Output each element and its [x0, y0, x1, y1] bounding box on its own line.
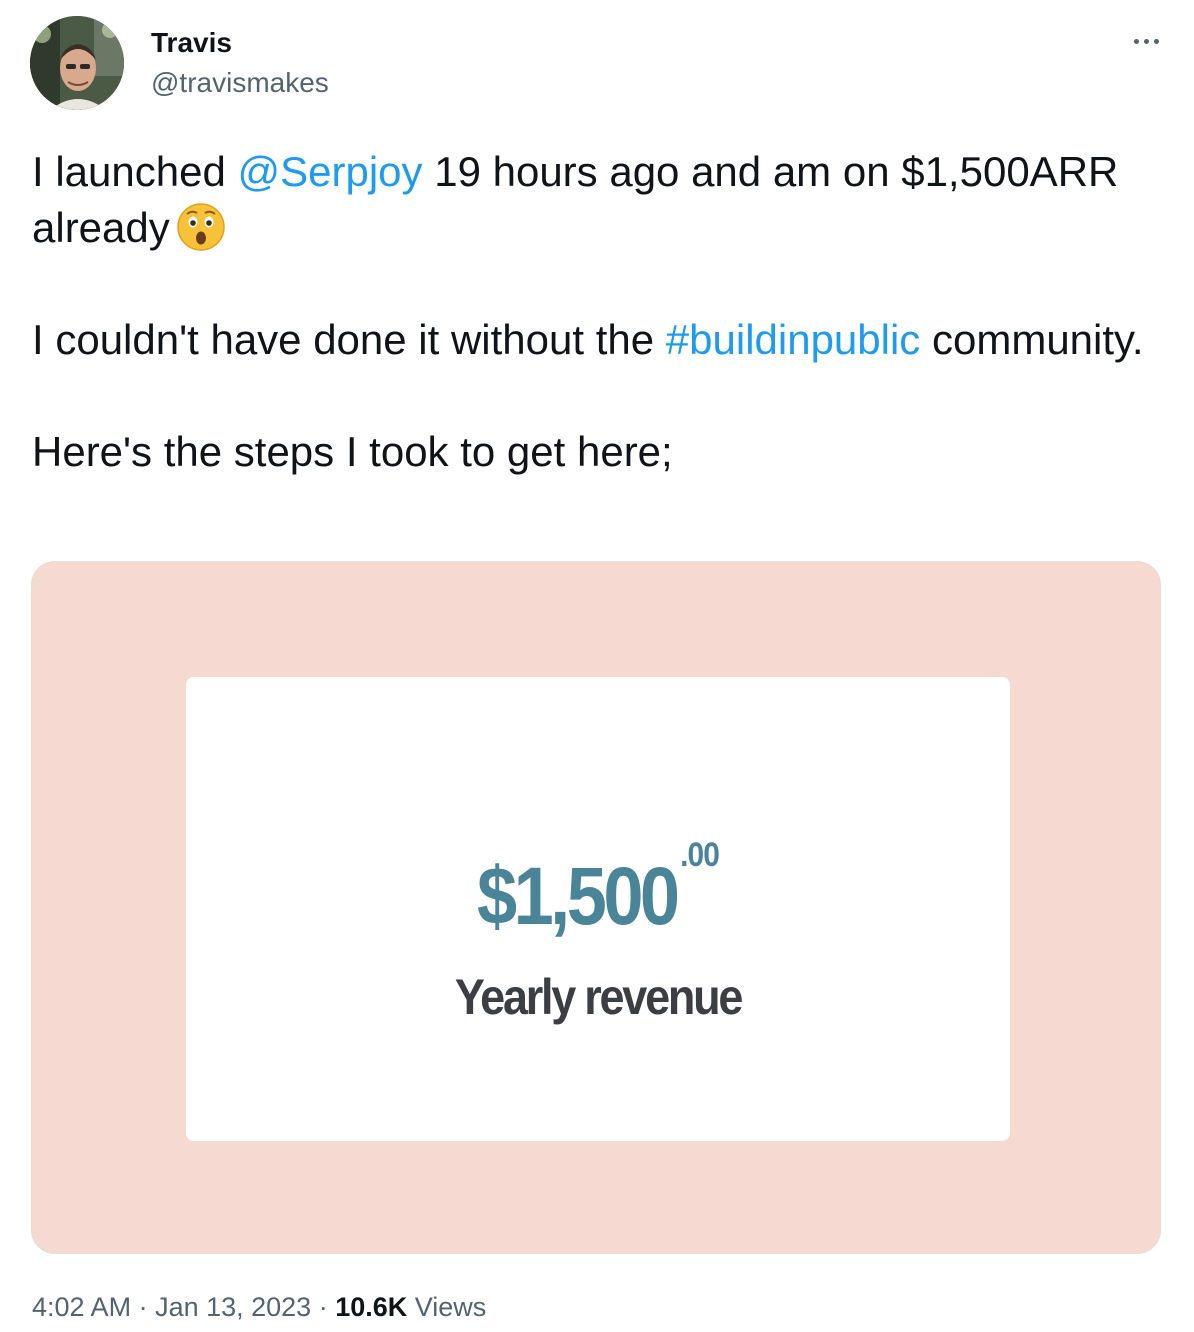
more-icon-dot	[1133, 38, 1139, 44]
hashtag-link[interactable]: #buildinpublic	[666, 316, 921, 363]
tweet-text: I launched @Serpjoy 19 hours ago and am …	[32, 144, 1152, 480]
revenue-amount-value: $1,500	[476, 851, 680, 942]
avatar[interactable]	[30, 16, 124, 110]
author-handle[interactable]: @travismakes	[151, 66, 329, 100]
text-segment: community.	[920, 316, 1144, 363]
more-icon-dot	[1153, 38, 1159, 44]
revenue-card: $1,500.00 Yearly revenue	[186, 677, 1010, 1141]
separator: ·	[131, 1292, 156, 1322]
revenue-caption: Yearly revenue	[454, 969, 743, 1025]
revenue-amount-cents: .00	[680, 836, 720, 874]
separator: ·	[311, 1292, 336, 1322]
astonished-face-icon	[176, 202, 226, 252]
tweet-time[interactable]: 4:02 AM	[32, 1292, 131, 1322]
tweet: Travis @travismakes I launched @Serpjoy …	[0, 0, 1194, 1332]
views-count: 10.6K	[335, 1292, 408, 1322]
author-name[interactable]: Travis	[151, 26, 232, 60]
mention-link[interactable]: @Serpjoy	[238, 148, 423, 195]
tweet-image[interactable]: $1,500.00 Yearly revenue	[31, 561, 1161, 1254]
tweet-paragraph-1: I launched @Serpjoy 19 hours ago and am …	[32, 144, 1152, 256]
tweet-paragraph-2: I couldn't have done it without the #bui…	[32, 312, 1152, 368]
tweet-date[interactable]: Jan 13, 2023	[155, 1292, 311, 1322]
more-options-button[interactable]	[1126, 24, 1166, 58]
views-label: Views	[407, 1292, 487, 1322]
tweet-meta: 4:02 AM · Jan 13, 2023 · 10.6K Views	[32, 1290, 486, 1324]
text-segment: I launched	[32, 148, 238, 195]
text-segment: I couldn't have done it without the	[32, 316, 666, 363]
revenue-amount: $1,500.00	[235, 805, 960, 947]
more-icon-dot	[1143, 38, 1149, 44]
tweet-paragraph-3: Here's the steps I took to get here;	[32, 428, 673, 475]
